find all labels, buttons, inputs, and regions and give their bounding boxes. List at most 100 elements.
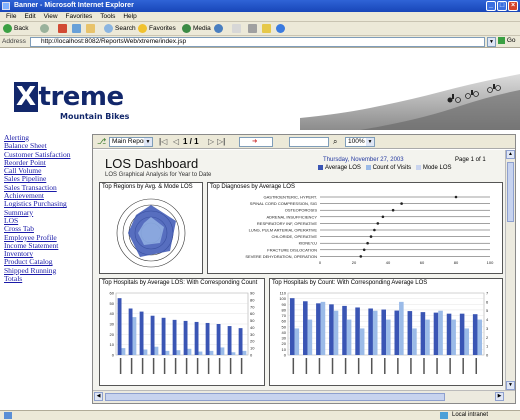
bar-secondary [359,328,365,355]
category-label-mark [218,358,221,374]
regions-panel-title: Top Regions by Avg. & Mode LOS [102,184,193,190]
report-viewer-toolbar: ⎇ Main Report ▼ |◁ ◁ 1 / 1 ▷ ▷| ➜ ⌕ 100% ▼ [93,135,515,149]
bar-primary [128,308,133,355]
menu-edit[interactable]: Edit [24,12,35,22]
chevron-down-icon: ▼ [144,138,152,146]
bar-secondary [154,346,159,355]
bar-primary [446,313,452,355]
diagnosis-label: SPINAL CORD COMPRESSION, SIG [250,201,317,206]
go-button[interactable]: Go [498,37,518,47]
y-tick-label: 100 [279,296,286,301]
forward-button[interactable] [40,24,51,34]
report-select[interactable]: Main Report ▼ [109,137,153,147]
minimize-button[interactable]: _ [486,1,496,11]
goto-arrow-icon: ➜ [252,138,258,145]
print-icon [248,24,257,33]
menu-favorites[interactable]: Favorites [66,12,93,22]
y2-tick-label: 6 [486,299,489,304]
report-vertical-scrollbar[interactable]: ▲ ▼ [505,150,515,390]
y-tick-label: 20 [110,332,115,337]
next-page-button[interactable]: ▷ [208,137,214,146]
y-tick-label: 30 [110,322,115,327]
scroll-right-icon[interactable]: ▶ [495,392,504,401]
address-input[interactable]: http://localhost:8082/ReportsWeb/xtreme/… [30,37,485,47]
scroll-down-icon[interactable]: ▼ [506,381,515,390]
bar-primary [407,311,413,355]
bar-secondary [372,310,378,355]
diagnosis-x-tick: 0 [319,260,322,265]
refresh-button[interactable] [72,24,83,34]
prev-page-button[interactable]: ◁ [173,137,179,146]
category-label-mark [318,358,321,374]
zoom-select[interactable]: 100% ▼ [345,137,375,147]
messenger-button[interactable] [276,24,287,34]
close-button[interactable]: × [508,1,518,11]
y2-tick-label: 3 [486,326,489,331]
diagnosis-point [376,222,380,225]
bar-secondary [412,328,417,355]
diagnosis-label: SEVERE DEHYDRATION, OPERATION [245,254,317,259]
print-button[interactable] [248,24,259,34]
first-page-button[interactable]: |◁ [159,137,167,146]
status-bar: Local intranet [0,410,520,420]
y2-tick-label: 40 [250,325,255,330]
menu-view[interactable]: View [44,12,58,22]
goto-page-input[interactable]: ➜ [239,137,273,147]
bar-secondary [320,301,326,355]
hospitals-avg-chart: 0 10 20 30 40 50 60 0 10 20 30 40 50 60 70 8090 [110,291,255,374]
stop-button[interactable] [58,24,69,34]
legend-swatch-mode [415,165,421,170]
y-tick-label: 60 [110,291,115,296]
binoculars-icon[interactable]: ⌕ [333,137,337,147]
search-text-input[interactable] [289,137,329,147]
diagnosis-point [381,215,385,219]
home-button[interactable] [86,24,97,34]
back-button[interactable]: Back [3,24,28,34]
tree-toggle-icon[interactable]: ⎇ [97,137,106,146]
maximize-button[interactable]: □ [497,1,507,11]
legend-swatch-avg [318,165,323,170]
bar-primary [381,309,386,355]
scroll-thumb[interactable] [507,162,514,222]
history-button[interactable] [214,24,225,34]
bar-primary [161,317,166,355]
mountain-biker-banner [300,74,520,130]
stop-icon [58,24,67,33]
window-titlebar: Banner - Microsoft Internet Explorer _ □… [0,0,520,12]
diagnosis-label: FRACTURE DISLOCATION [267,247,317,252]
y-tick-label: 70 [282,313,287,318]
report-subtitle: LOS Graphical Analysis for Year to Date [105,172,212,178]
menu-help[interactable]: Help [123,12,136,22]
scroll-left-icon[interactable]: ◀ [94,392,103,401]
category-label-mark [174,358,177,374]
edit-button[interactable] [262,24,273,34]
search-button[interactable]: Search [104,24,136,34]
mail-button[interactable] [232,24,243,34]
last-page-button[interactable]: ▷| [217,137,225,146]
media-button[interactable]: Media [182,24,211,34]
menu-file[interactable]: File [6,12,16,22]
bar-secondary [187,348,192,355]
hospitals-count-chart: 010203040506070809010011001234567 [279,291,489,374]
address-dropdown-icon[interactable]: ▼ [487,37,496,47]
menu-tools[interactable]: Tools [100,12,115,22]
hscroll-thumb[interactable] [105,393,445,401]
y-tick-label: 10 [110,342,115,347]
category-label-mark [410,358,412,374]
y-tick-label: 110 [280,291,287,296]
favorites-button[interactable]: Favorites [138,24,176,34]
browser-toolbar: Back Search Favorites Media [0,22,520,36]
category-label-mark [331,358,334,374]
scroll-up-icon[interactable]: ▲ [506,150,515,159]
mail-icon [232,24,241,33]
category-label-mark [344,358,347,374]
report-canvas: LOS Dashboard LOS Graphical Analysis for… [93,150,505,390]
report-horizontal-scrollbar[interactable]: ◀ ▶ [93,390,515,403]
y2-tick-label: 0 [250,353,253,358]
star-icon [138,24,147,33]
sidebar-link-totals[interactable]: Totals [4,274,96,283]
y2-tick-label: 70 [250,304,255,309]
y2-tick-label: 0 [486,353,489,358]
diagnosis-point [373,228,376,232]
bar-secondary [294,328,300,355]
